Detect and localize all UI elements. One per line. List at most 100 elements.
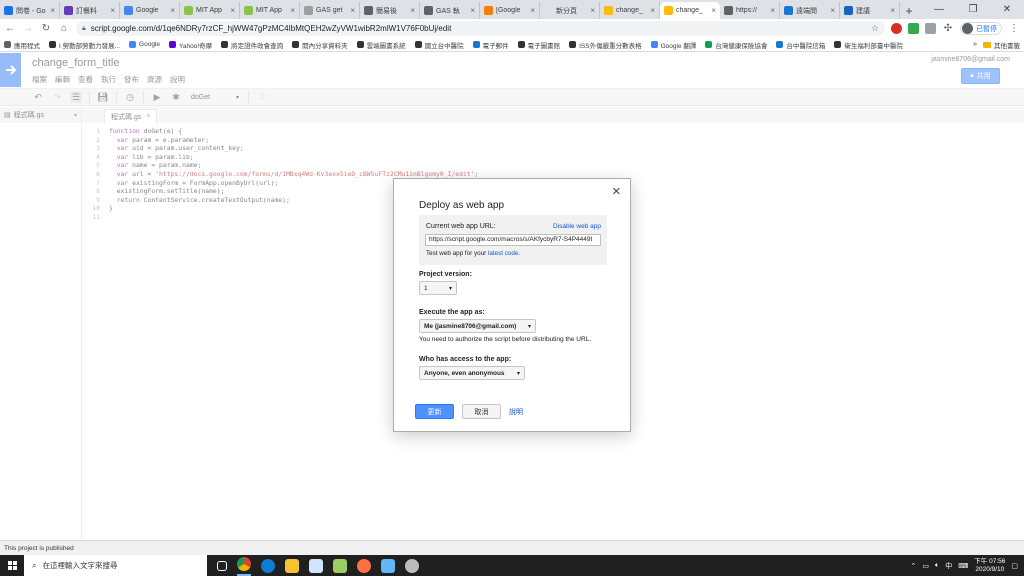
bookmark-item[interactable]: 衛生福利部臺中醫院 xyxy=(834,40,903,50)
stack-app-icon[interactable] xyxy=(333,558,347,573)
chrome-taskbar-item[interactable] xyxy=(237,555,251,576)
close-icon[interactable]: × xyxy=(590,6,595,15)
browser-tab[interactable]: MIT App × xyxy=(240,2,300,19)
bookmark-item[interactable]: ISS外傷嚴重分數表格 xyxy=(569,40,642,50)
update-button[interactable]: 更新 xyxy=(415,404,454,419)
close-icon[interactable]: × xyxy=(110,6,115,15)
back-icon[interactable]: ← xyxy=(4,23,16,35)
browser-menu-icon[interactable]: ⋮ xyxy=(1008,23,1020,35)
task-view-icon[interactable] xyxy=(217,560,227,571)
forward-icon[interactable]: → xyxy=(22,23,34,35)
restore-button[interactable]: ❐ xyxy=(956,0,990,19)
close-icon[interactable]: × xyxy=(770,6,775,15)
close-icon[interactable]: × xyxy=(230,6,235,15)
browser-tab[interactable]: 建議 × xyxy=(840,2,900,19)
bookmark-label: 台灣健康保險協會 xyxy=(715,42,768,50)
orange-app-icon[interactable] xyxy=(357,558,371,573)
bookmark-item[interactable]: Yahoo!奇摩 xyxy=(169,40,212,50)
bookmark-item[interactable]: 國立台中醫院 xyxy=(414,40,464,50)
close-icon[interactable]: × xyxy=(711,6,716,15)
browser-tab[interactable]: Google × xyxy=(120,2,180,19)
browser-tab[interactable]: change_ × xyxy=(660,2,720,19)
taskbar-clock[interactable]: 下午 07:56 2020/9/10 xyxy=(974,558,1005,574)
help-link[interactable]: 說明 xyxy=(509,407,523,417)
taskbar-search[interactable]: ⌕ 在這裡輸入文字來搜尋 xyxy=(24,555,207,576)
browser-tab[interactable]: 問卷 - Go × xyxy=(0,2,60,19)
bookmark-item[interactable]: I 勞動部勞動力發展... xyxy=(49,40,120,50)
bookmark-item[interactable]: 電子圖書館 xyxy=(517,40,560,50)
tab-title: [Google xyxy=(496,7,521,14)
chevron-up-icon[interactable]: ⌃ xyxy=(910,562,916,570)
address-bar[interactable]: 🔒︎ script.google.com/d/1qe6NDRy7rzCF_hjW… xyxy=(76,21,885,36)
home-icon[interactable]: ⌂ xyxy=(58,23,70,35)
puzzle-extensions-icon[interactable]: ✣ xyxy=(942,23,954,35)
bookmark-item[interactable]: 開內分享資料夾 xyxy=(292,40,348,50)
bookmark-item[interactable]: 台中醫院信箱 xyxy=(776,40,825,50)
project-version-select[interactable]: 1 ▾ xyxy=(419,281,457,295)
bookmark-item[interactable]: 將定證件政會查詢 xyxy=(221,40,283,50)
bookmark-item[interactable]: 台灣健康保險協會 xyxy=(705,40,767,50)
new-tab-button[interactable]: + xyxy=(900,2,918,19)
bookmark-item[interactable]: 雲端圖書系統 xyxy=(356,40,406,50)
network-icon[interactable]: ▭ xyxy=(922,562,929,570)
browser-tab[interactable]: 遠端問 × xyxy=(780,2,840,19)
grey-app-icon[interactable] xyxy=(405,558,419,573)
other-bookmarks-folder[interactable]: 其他書籤 xyxy=(983,40,1020,50)
browser-tab[interactable]: 新分頁 × xyxy=(540,2,600,19)
close-window-button[interactable]: ✕ xyxy=(990,0,1024,19)
bookmark-item[interactable]: Google xyxy=(129,41,160,48)
minimize-button[interactable]: — xyxy=(922,0,956,19)
start-button[interactable] xyxy=(0,555,24,576)
access-select[interactable]: Anyone, even anonymous ▾ xyxy=(419,366,525,380)
keyboard-icon[interactable]: ⌨ xyxy=(958,562,968,570)
close-icon[interactable]: × xyxy=(470,6,475,15)
browser-tab[interactable]: GAS 執 × xyxy=(420,2,480,19)
bird-app-icon[interactable] xyxy=(309,558,323,573)
close-icon[interactable]: × xyxy=(170,6,175,15)
bookmark-icon xyxy=(776,41,784,48)
bookmark-item[interactable]: 電子郵件 xyxy=(472,40,509,50)
close-icon[interactable]: × xyxy=(50,6,55,15)
close-icon[interactable]: × xyxy=(650,6,655,15)
browser-tab[interactable]: [Google × xyxy=(480,2,540,19)
extension-icon[interactable] xyxy=(925,23,936,34)
close-icon[interactable]: × xyxy=(290,6,295,15)
bookmark-label: Google xyxy=(139,41,160,48)
close-icon[interactable]: × xyxy=(530,6,535,15)
reload-icon[interactable]: ↻ xyxy=(40,23,52,35)
blue-app-icon[interactable] xyxy=(381,558,395,573)
download-icon[interactable] xyxy=(908,23,919,34)
browser-tab[interactable]: https:// × xyxy=(720,2,780,19)
close-icon[interactable]: × xyxy=(350,6,355,15)
close-icon[interactable]: × xyxy=(830,6,835,15)
profile-button[interactable]: 已暫停 xyxy=(960,22,1002,35)
bookmark-item[interactable]: Google 翻譯 xyxy=(650,40,696,50)
status-text: This project is published xyxy=(4,544,74,552)
bookmark-icon xyxy=(517,41,525,48)
notification-icon[interactable]: ▢ xyxy=(1011,562,1018,570)
cancel-button[interactable]: 取消 xyxy=(462,404,501,419)
chevron-down-icon: ▾ xyxy=(448,285,452,292)
close-icon[interactable]: × xyxy=(890,6,895,15)
close-icon[interactable]: ✕ xyxy=(612,185,621,198)
browser-tab[interactable]: GAS get × xyxy=(300,2,360,19)
disable-web-app-link[interactable]: Disable web app xyxy=(553,223,601,230)
address-url[interactable]: script.google.com/d/1qe6NDRy7rzCF_hjWW47… xyxy=(91,24,866,33)
file-explorer-icon[interactable] xyxy=(285,558,299,573)
current-url-field[interactable]: https://script.google.com/macros/s/AKfyc… xyxy=(425,234,601,246)
browser-tab[interactable]: 簡易後 × xyxy=(360,2,420,19)
bookmark-item[interactable]: 應用程式 xyxy=(4,40,40,50)
extension-icon[interactable] xyxy=(891,23,902,34)
browser-tab[interactable]: change_ × xyxy=(600,2,660,19)
volume-icon[interactable]: 🔈︎ xyxy=(935,562,939,570)
bookmarks-more-button[interactable]: » xyxy=(973,41,977,48)
browser-tab[interactable]: 訂餐料 × xyxy=(60,2,120,19)
ime-icon[interactable]: 中 xyxy=(945,561,952,571)
bookmark-icon xyxy=(129,41,137,48)
execute-as-select[interactable]: Me (jasmine8706@gmail.com) ▾ xyxy=(419,319,536,333)
bookmark-star-icon[interactable]: ☆ xyxy=(871,23,879,34)
browser-tab[interactable]: MIT App × xyxy=(180,2,240,19)
close-icon[interactable]: × xyxy=(410,6,415,15)
edge-icon[interactable] xyxy=(261,558,275,573)
latest-code-link[interactable]: latest code xyxy=(488,250,518,257)
